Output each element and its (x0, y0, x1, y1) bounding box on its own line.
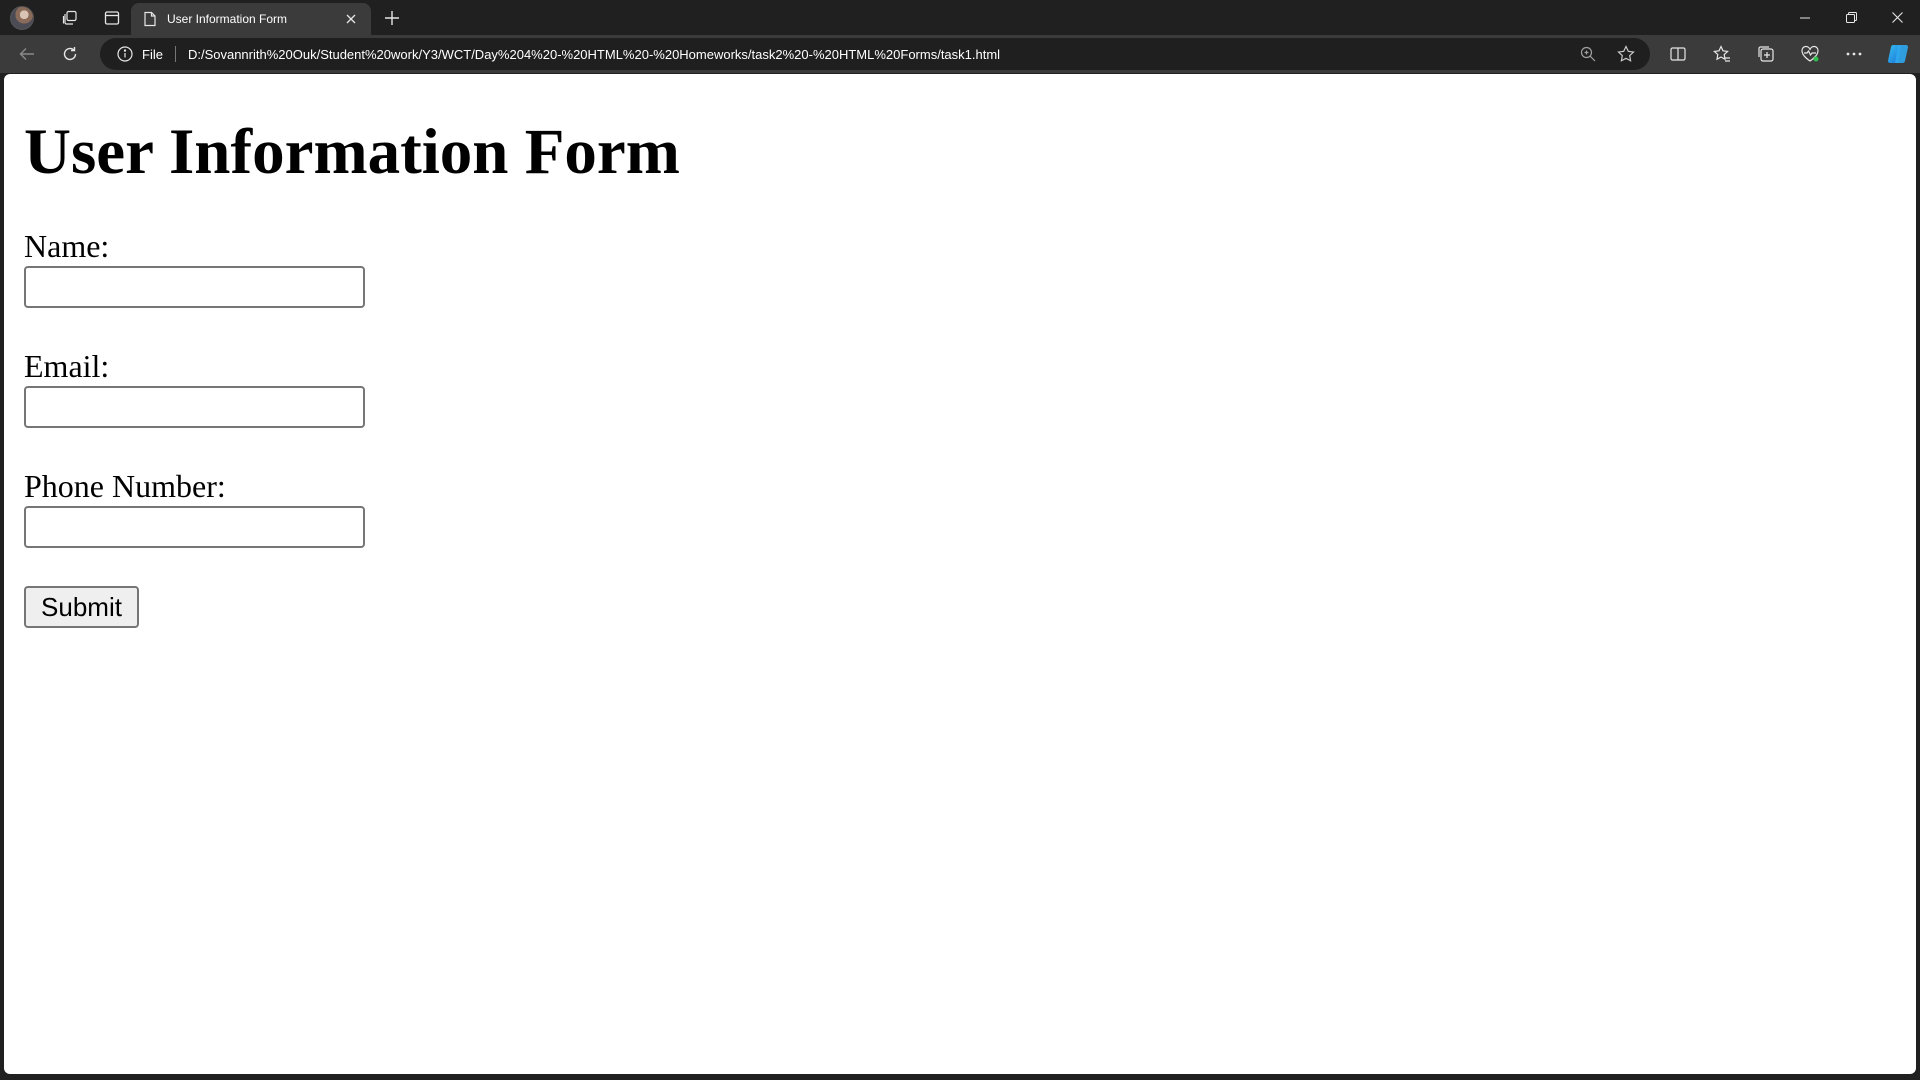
new-tab-button[interactable] (376, 3, 408, 33)
star-icon (1617, 45, 1635, 62)
workspaces-icon (62, 10, 77, 25)
name-input[interactable] (24, 266, 365, 308)
restore-button[interactable] (1828, 0, 1874, 35)
email-input[interactable] (24, 386, 365, 428)
copilot-button[interactable] (1876, 35, 1920, 73)
collections-icon (1758, 46, 1774, 62)
page-content: User Information Form Name: Email: Phone… (4, 116, 1916, 628)
close-tab-button[interactable] (341, 9, 361, 29)
site-info-button[interactable] (116, 45, 134, 63)
address-bar-actions (1574, 38, 1640, 70)
plus-icon (385, 11, 399, 25)
split-screen-button[interactable] (1656, 35, 1700, 73)
active-tab[interactable]: User Information Form (131, 3, 371, 35)
page-icon (144, 11, 156, 27)
minimize-icon (1800, 17, 1810, 18)
address-bar[interactable]: File D:/Sovannrith%20Ouk/Student%20work/… (100, 38, 1650, 70)
close-window-button[interactable] (1874, 0, 1920, 35)
browser-essentials-button[interactable] (1788, 35, 1832, 73)
zoom-button[interactable] (1574, 40, 1602, 68)
scheme-label: File (142, 46, 163, 62)
heart-pulse-icon (1801, 45, 1819, 62)
split-screen-icon (1670, 47, 1686, 61)
copilot-icon (1887, 44, 1909, 64)
back-arrow-icon (19, 48, 34, 60)
avatar-icon (10, 5, 34, 30)
refresh-button[interactable] (52, 38, 88, 70)
email-label: Email: (24, 348, 110, 384)
vertical-tabs-button[interactable] (96, 0, 128, 35)
tab-title: User Information Form (167, 12, 288, 26)
info-icon (117, 46, 133, 62)
phone-number-input[interactable] (24, 506, 365, 548)
back-button[interactable] (9, 38, 45, 70)
more-icon (1846, 52, 1862, 56)
name-label: Name: (24, 228, 110, 264)
collections-button[interactable] (1744, 35, 1788, 73)
close-window-icon (1891, 12, 1903, 23)
vertical-tabs-icon (104, 10, 120, 25)
submit-button[interactable]: Submit (24, 586, 139, 628)
favorites-icon (1713, 45, 1730, 62)
restore-icon (1845, 12, 1857, 23)
phone-number-label: Phone Number: (24, 468, 226, 504)
favorite-button[interactable] (1612, 40, 1640, 68)
page-title: User Information Form (24, 116, 680, 188)
browser-toolbar: File D:/Sovannrith%20Ouk/Student%20work/… (0, 35, 1920, 73)
more-button[interactable] (1832, 35, 1876, 73)
zoom-icon (1580, 46, 1596, 62)
url-text[interactable]: D:/Sovannrith%20Ouk/Student%20work/Y3/WC… (188, 47, 1000, 62)
refresh-icon (63, 47, 77, 61)
page-viewport: User Information Form Name: Email: Phone… (4, 74, 1916, 1074)
toolbar-actions (1656, 35, 1920, 73)
favorites-button[interactable] (1700, 35, 1744, 73)
user-information-form: Name: Email: Phone Number: Submit (20, 228, 1916, 628)
address-divider (174, 46, 176, 62)
workspaces-button[interactable] (54, 0, 86, 35)
close-icon (346, 14, 356, 24)
profile-button[interactable] (8, 0, 36, 35)
minimize-button[interactable] (1782, 0, 1828, 35)
